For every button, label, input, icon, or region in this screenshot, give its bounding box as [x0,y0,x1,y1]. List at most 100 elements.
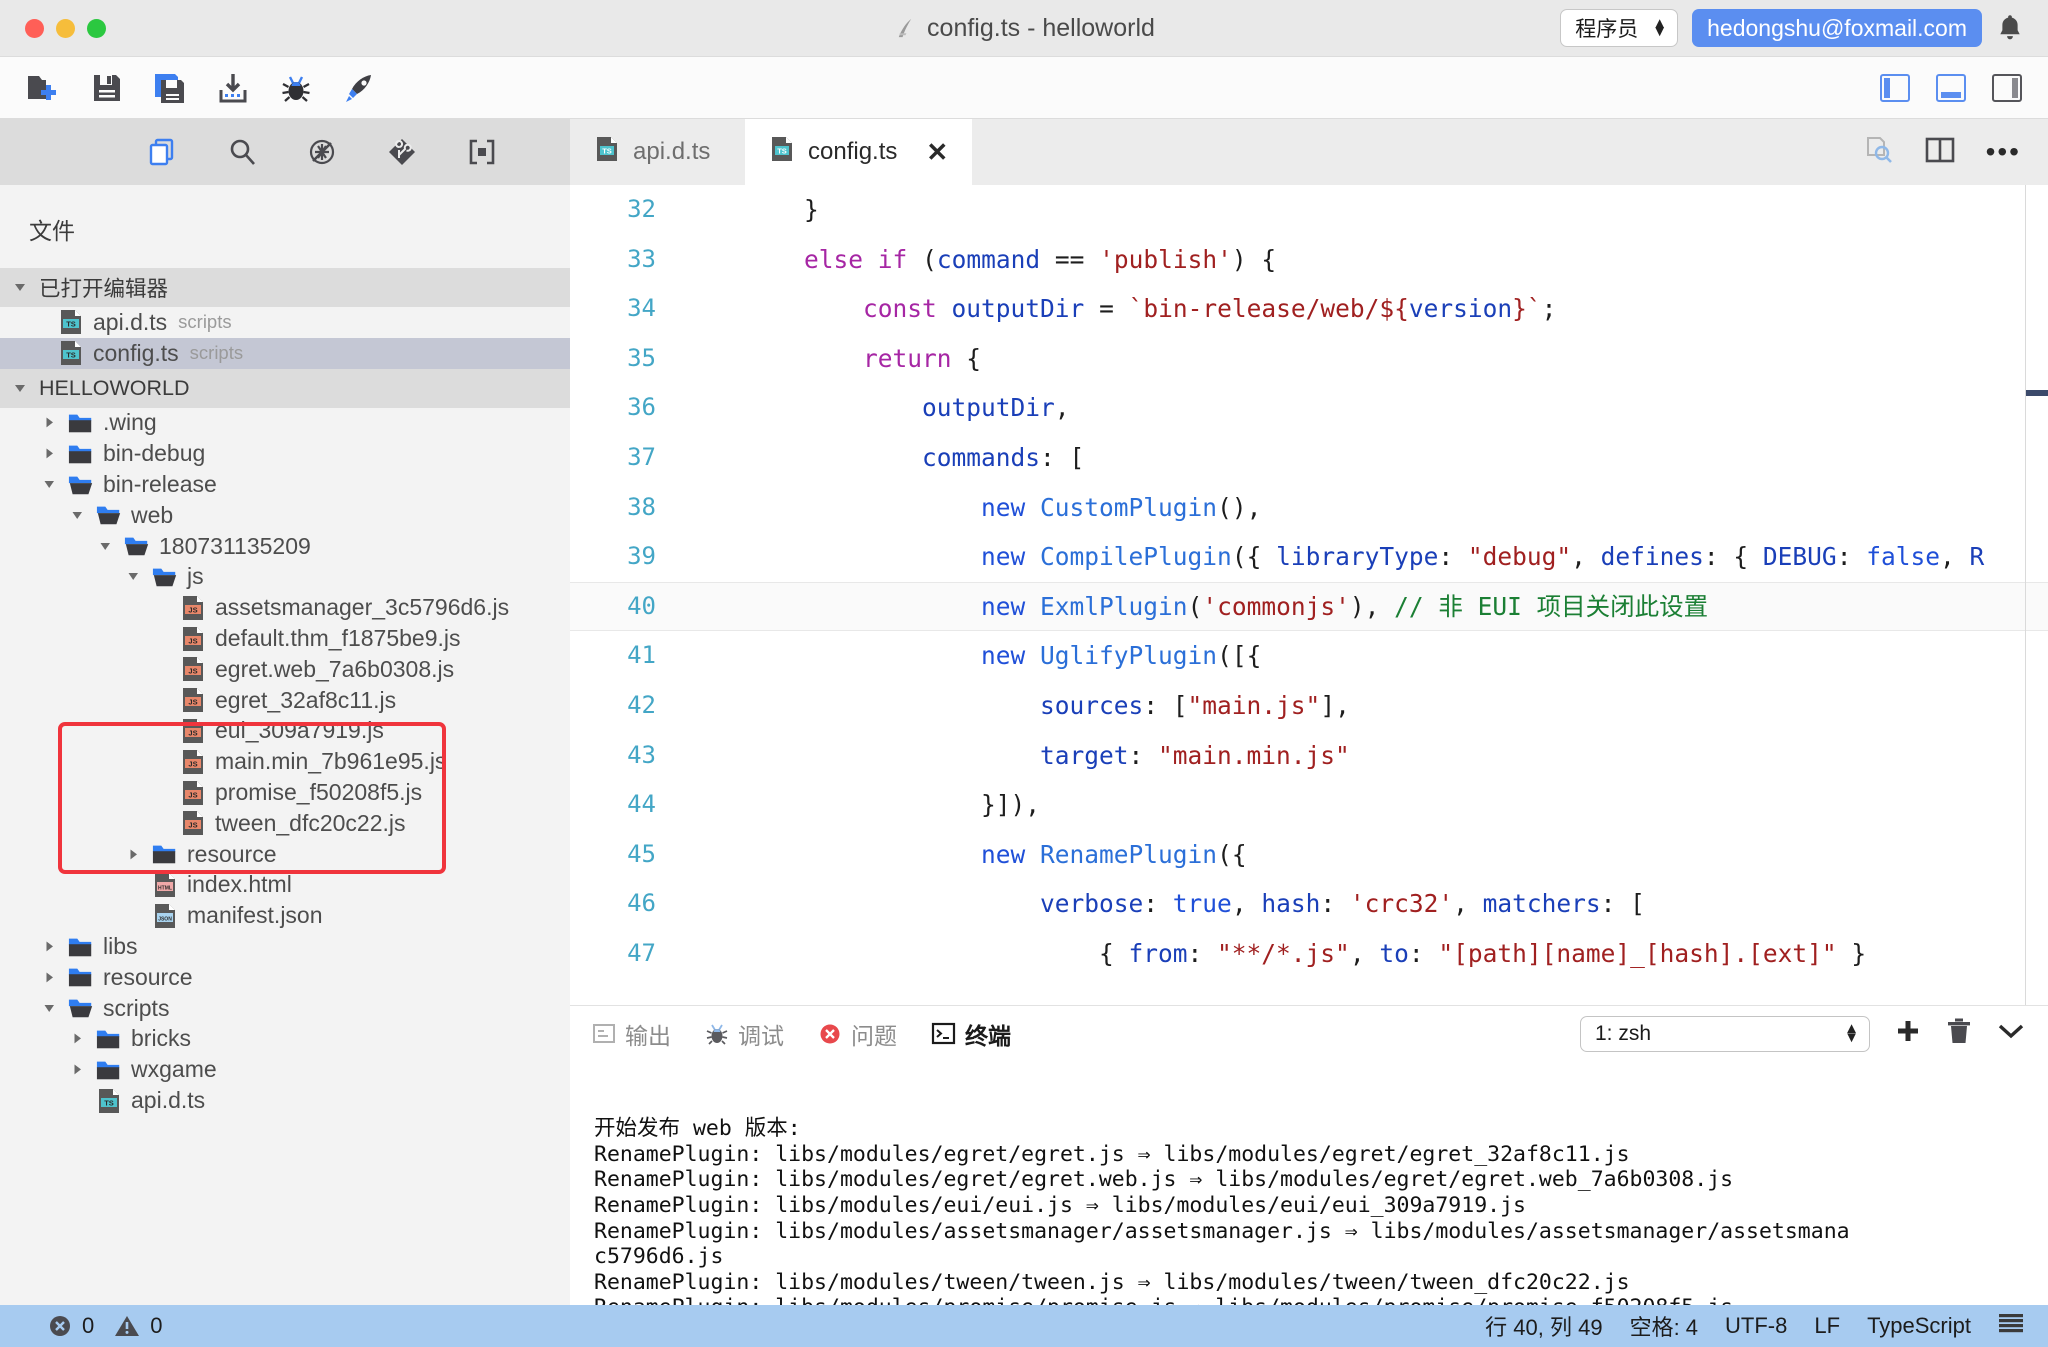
open-editors-header[interactable]: 已打开编辑器 [0,268,570,307]
import-icon[interactable] [215,70,251,106]
chevron-down-icon[interactable] [68,509,87,522]
tree-file-item[interactable]: JSON manifest.json [0,900,570,931]
tree-file-item[interactable]: JS egret_32af8c11.js [0,685,570,716]
role-select[interactable]: 程序员 ▲ ▼ [1560,9,1679,47]
status-eol[interactable]: LF [1814,1313,1840,1339]
tree-file-item[interactable]: JS main.min_7b961e95.js [0,746,570,777]
tree-folder-item[interactable]: resource [0,962,570,993]
chevron-down-icon[interactable] [40,1002,59,1015]
code-line[interactable]: 42 sources: ["main.js"], [570,681,2048,731]
code-line[interactable]: 35 return { [570,334,2048,384]
tree-folder-item[interactable]: libs [0,931,570,962]
extensions-icon[interactable] [465,135,499,169]
tree-folder-item[interactable]: .wing [0,408,570,439]
tree-file-item[interactable]: JS egret.web_7a6b0308.js [0,654,570,685]
source-control-icon[interactable] [385,135,419,169]
tree-folder-item[interactable]: web [0,500,570,531]
tab-api-d-ts[interactable]: TS api.d.ts [570,119,745,185]
code-content[interactable]: 32 } 33 else if (command == 'publish') {3… [570,185,2048,979]
tree-folder-item[interactable]: scripts [0,993,570,1024]
rocket-run-icon[interactable] [341,70,377,106]
terminal-output[interactable]: 开始发布 web 版本: RenamePlugin: libs/modules/e… [570,1061,2048,1305]
split-editor-icon[interactable] [1925,136,1955,169]
close-window-button[interactable] [25,18,44,38]
tree-file-item[interactable]: JS default.thm_f1875be9.js [0,623,570,654]
toggle-panel-button[interactable] [1936,73,1966,102]
chevron-right-icon[interactable] [124,848,143,861]
status-cursor-position[interactable]: 行 40, 列 49 [1485,1310,1602,1342]
tree-folder-item[interactable]: bin-debug [0,438,570,469]
chevron-down-icon[interactable] [40,478,59,491]
tree-folder-item[interactable]: bricks [0,1024,570,1055]
chevron-right-icon[interactable] [40,940,59,953]
search-icon[interactable] [225,135,259,169]
chevron-right-icon[interactable] [68,1063,87,1076]
code-line[interactable]: 34 const outputDir = `bin-release/web/${… [570,284,2048,334]
tree-file-item[interactable]: JS promise_f50208f5.js [0,777,570,808]
project-root-header[interactable]: HELLOWORLD [0,368,570,408]
window-controls[interactable] [0,18,106,38]
close-icon[interactable]: ✕ [926,137,948,168]
close-panel-icon[interactable] [1996,1020,2026,1047]
tree-folder-item[interactable]: wxgame [0,1054,570,1085]
panel-tab-terminal[interactable]: 终端 [931,1017,1011,1051]
code-line[interactable]: 45 new RenamePlugin({ [570,830,2048,880]
add-terminal-icon[interactable] [1894,1017,1922,1050]
panel-tab-output[interactable]: 输出 [592,1017,671,1051]
chevron-right-icon[interactable] [68,1032,87,1045]
more-actions-icon[interactable]: ••• [1986,137,2021,165]
terminal-select[interactable]: 1: zsh ▲ ▼ [1580,1015,1870,1052]
tab-config-ts[interactable]: TS config.ts ✕ [745,119,973,185]
chevron-down-icon[interactable] [124,570,143,583]
debug-icon[interactable] [305,135,339,169]
code-line[interactable]: 37 commands: [ [570,433,2048,483]
save-all-icon[interactable] [152,70,188,106]
scrollbar-thumb[interactable] [2026,390,2048,396]
code-line[interactable]: 39 new CompilePlugin({ libraryType: "deb… [570,532,2048,582]
bell-icon[interactable] [1996,13,2024,43]
explorer-icon[interactable] [145,135,179,169]
code-line[interactable]: 32 } [570,185,2048,235]
debug-bug-icon[interactable] [278,70,314,106]
code-line[interactable]: 41 new UglifyPlugin([{ [570,631,2048,681]
account-badge[interactable]: hedongshu@foxmail.com [1692,9,1982,47]
tree-folder-item[interactable]: resource [0,839,570,870]
code-line[interactable]: 46 verbose: true, hash: 'crc32', matcher… [570,879,2048,929]
tree-folder-item[interactable]: js [0,562,570,593]
open-editor-item[interactable]: TS config.ts scripts [0,337,570,369]
tree-file-item[interactable]: TS api.d.ts [0,1085,570,1116]
status-encoding[interactable]: UTF-8 [1725,1313,1787,1339]
chevron-right-icon[interactable] [40,416,59,429]
chevron-right-icon[interactable] [40,971,59,984]
tree-file-item[interactable]: HTML index.html [0,870,570,901]
tree-file-item[interactable]: JS tween_dfc20c22.js [0,808,570,839]
save-icon[interactable] [89,70,125,106]
preview-icon[interactable] [1864,135,1894,170]
open-editor-item[interactable]: TS api.d.ts scripts [0,307,570,338]
code-line[interactable]: 36 outputDir, [570,383,2048,433]
code-editor[interactable]: 32 } 33 else if (command == 'publish') {3… [570,185,2048,1005]
new-folder-icon[interactable] [26,70,62,106]
tree-file-item[interactable]: JS assetsmanager_3c5796d6.js [0,592,570,623]
chevron-down-icon[interactable] [96,540,115,553]
chevron-right-icon[interactable] [40,447,59,460]
toggle-right-sidebar-button[interactable] [1992,73,2022,102]
status-indent[interactable]: 空格: 4 [1630,1310,1698,1342]
panel-tab-debug[interactable]: 调试 [705,1017,784,1051]
code-line[interactable]: 47 { from: "**/*.js", to: "[path][name]_… [570,929,2048,979]
tree-folder-item[interactable]: 180731135209 [0,531,570,562]
toggle-sidebar-button[interactable] [1880,73,1910,102]
maximize-window-button[interactable] [87,18,106,38]
tree-folder-item[interactable]: bin-release [0,469,570,500]
code-line[interactable]: 33 else if (command == 'publish') { [570,235,2048,285]
code-line[interactable]: 44 }]), [570,780,2048,830]
code-line[interactable]: 43 target: "main.min.js" [570,731,2048,781]
status-language[interactable]: TypeScript [1867,1313,1971,1339]
code-line[interactable]: 38 new CustomPlugin(), [570,483,2048,533]
minimize-window-button[interactable] [56,18,75,38]
panel-tab-problems[interactable]: 问题 [818,1017,897,1051]
status-problems[interactable]: 0 0 [24,1313,163,1339]
keyboard-icon[interactable] [1998,1312,2024,1340]
tree-file-item[interactable]: JS eui_309a7919.js [0,716,570,747]
code-line[interactable]: 40 new ExmlPlugin('commonjs'), // 非 EUI … [570,581,2048,632]
